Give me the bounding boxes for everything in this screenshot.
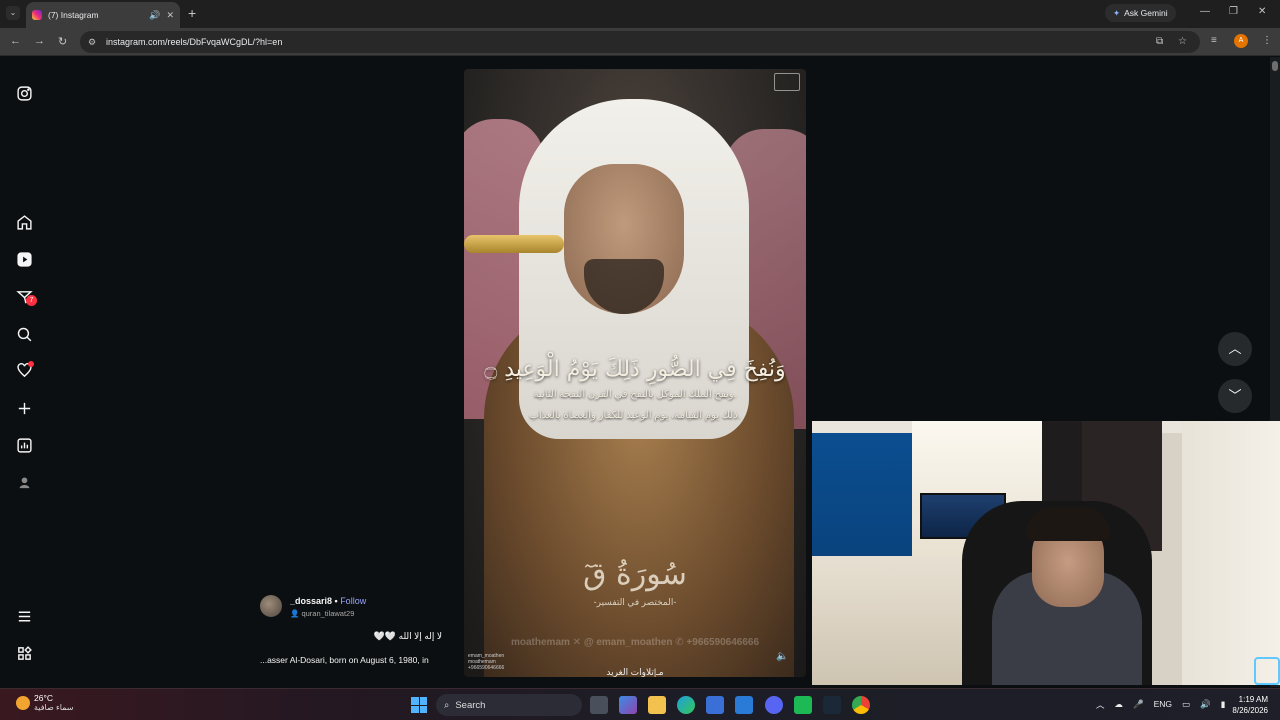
webcam-curtain-right (1182, 421, 1280, 685)
separator-dot: • (332, 596, 341, 606)
audio-name: quran_tilawat29 (301, 609, 355, 618)
clock-time: 1:19 AM (1238, 695, 1268, 704)
bookmark-star-icon[interactable]: ☆ (1178, 36, 1187, 47)
activity-dot (28, 361, 34, 367)
tab-close-icon[interactable]: ✕ (166, 10, 174, 21)
back-icon[interactable]: ← (10, 35, 21, 47)
gemini-spark-icon: ✦ (1113, 7, 1121, 18)
taskbar-search-label: Search (455, 699, 486, 711)
mail-icon[interactable] (735, 696, 753, 714)
app-green-icon[interactable] (794, 696, 812, 714)
copilot-icon[interactable] (619, 696, 637, 714)
task-view-icon[interactable] (590, 696, 608, 714)
edge-icon[interactable] (677, 696, 695, 714)
author-avatar[interactable] (260, 595, 282, 617)
tafsir-line-2: ذلك يوم القيامة، يوم الوعيد للكفار والعص… (529, 410, 741, 421)
minimize-icon[interactable]: — (1200, 6, 1210, 17)
author-row: _dossari8 • Follow (290, 596, 366, 606)
reload-icon[interactable]: ↻ (58, 35, 67, 48)
steam-icon[interactable] (823, 696, 841, 714)
weather-widget[interactable]: 26°C سماء صافية (16, 693, 74, 712)
channel-logo-icon (774, 73, 800, 91)
create-plus-icon[interactable] (14, 398, 34, 418)
file-explorer-icon[interactable] (648, 696, 666, 714)
ask-gemini-button[interactable]: ✦ Ask Gemini (1105, 4, 1176, 22)
microphone (464, 235, 564, 253)
profile-avatar-icon[interactable] (14, 472, 34, 492)
browser-toolbar: ← → ↻ ⚙ instagram.com/reels/DbFvqaWCgDL/… (0, 28, 1280, 56)
home-icon[interactable] (14, 212, 34, 232)
menu-kebab-icon[interactable]: ⋮ (1262, 35, 1272, 46)
address-bar[interactable]: ⚙ instagram.com/reels/DbFvqaWCgDL/?hl=en… (80, 31, 1200, 53)
tray-mic-icon[interactable]: 🎤 (1133, 699, 1144, 711)
mute-toggle-icon[interactable]: 🔈 (776, 651, 788, 662)
messages-icon[interactable]: 7 (14, 287, 37, 307)
store-icon[interactable] (706, 696, 724, 714)
webcam-corner-logo-icon (1254, 657, 1280, 685)
surah-title: سُورَةُ قٓ (583, 557, 687, 592)
taskbar-clock[interactable]: 1:19 AM 8/26/2026 (1228, 694, 1268, 716)
more-menu-icon[interactable] (14, 606, 34, 626)
tray-volume-icon[interactable]: 🔊 (1200, 699, 1211, 711)
reel-socials-watermark: moathemam ✕ @ emam_moathen ✆ +9665906466… (510, 637, 760, 648)
chrome-icon[interactable] (852, 696, 870, 714)
reel-bottom-label: مـ|تلاوات الغريد (606, 667, 664, 677)
instagram-sidebar: 7 (0, 57, 48, 687)
notifications-badge: 7 (26, 295, 37, 306)
webcam-overlay (812, 421, 1280, 685)
tray-display-icon[interactable]: ▭ (1182, 699, 1190, 711)
profile-avatar[interactable]: A (1234, 34, 1248, 48)
also-from-meta-icon[interactable] (14, 643, 34, 663)
language-indicator[interactable]: ENG (1154, 699, 1172, 711)
windows-taskbar: 26°C سماء صافية ⌕ Search ︿ ☁ 🎤 ENG ▭ 🔊 ▮… (0, 688, 1280, 720)
instagram-logo-icon[interactable] (14, 83, 34, 103)
media-controls-icon[interactable]: ≡ (1211, 35, 1217, 46)
url-text[interactable]: instagram.com/reels/DbFvqaWCgDL/?hl=en (106, 37, 282, 47)
tab-title: (7) Instagram (48, 10, 99, 20)
heart-icon[interactable] (14, 360, 34, 380)
audio-person-icon: 👤 (290, 609, 302, 618)
instagram-favicon-icon (32, 10, 42, 20)
tray-chevron-up-icon[interactable]: ︿ (1096, 699, 1105, 711)
system-tray: ︿ ☁ 🎤 ENG ▭ 🔊 ▮ (1096, 699, 1225, 711)
tab-search-button[interactable]: ⌄ (6, 6, 20, 20)
scrollbar-thumb[interactable] (1272, 61, 1278, 71)
clock-date: 8/26/2026 (1232, 706, 1268, 715)
webcam-person-hair (1026, 507, 1110, 541)
tab-instagram[interactable]: (7) Instagram 🔊 ✕ (26, 2, 180, 28)
site-info-icon[interactable]: ⚙ (88, 37, 96, 48)
previous-reel-chevron-up-icon[interactable]: ︿ (1218, 332, 1252, 366)
next-reel-chevron-down-icon[interactable]: ﹀ (1218, 379, 1252, 413)
ask-gemini-label: Ask Gemini (1124, 8, 1168, 18)
search-icon[interactable] (14, 324, 34, 344)
surah-subtitle: -المختصر في التفسير- (593, 597, 677, 607)
taskbar-search[interactable]: ⌕ Search (436, 694, 582, 716)
weather-temperature: 26°C (34, 693, 53, 703)
author-username[interactable]: _dossari8 (290, 596, 332, 606)
tray-network-icon[interactable]: ☁ (1115, 699, 1124, 711)
start-windows-icon[interactable] (411, 697, 427, 713)
follow-button[interactable]: Follow (340, 596, 366, 606)
reel-video[interactable]: وَنُفِخَ فِي الصُّورِ ذَلِكَ يَوْمُ الْو… (464, 69, 806, 677)
tafsir-line-1: ونفخ الملك الموكل بالنفخ في القرن النفخة… (533, 389, 737, 400)
audio-row[interactable]: 👤 quran_tilawat29 (290, 609, 354, 618)
restore-icon[interactable]: ❐ (1229, 6, 1238, 17)
forward-icon[interactable]: → (34, 35, 45, 47)
new-tab-button[interactable]: + (188, 5, 196, 21)
dashboard-icon[interactable] (14, 435, 34, 455)
browser-tab-bar: ⌄ (7) Instagram 🔊 ✕ + ✦ Ask Gemini — ❐ ✕ (0, 0, 1280, 28)
window-close-icon[interactable]: ✕ (1258, 6, 1266, 17)
tab-audio-icon[interactable]: 🔊 (149, 10, 160, 21)
taskbar-search-icon: ⌕ (444, 699, 450, 711)
discord-icon[interactable] (765, 696, 783, 714)
reels-icon[interactable] (14, 249, 34, 269)
ayah-text: وَنُفِخَ فِي الصُّورِ ذَلِكَ يَوْمُ الْو… (484, 357, 786, 382)
weather-condition: سماء صافية (34, 703, 74, 712)
caption-arabic: لا إله إلا الله 🤍🤍 (373, 631, 442, 641)
caption-english[interactable]: ...asser Al-Dosari, born on August 6, 19… (260, 655, 429, 665)
weather-sun-icon (16, 695, 30, 710)
install-app-icon[interactable]: ⧉ (1156, 36, 1163, 47)
tray-battery-icon[interactable]: ▮ (1221, 699, 1226, 711)
